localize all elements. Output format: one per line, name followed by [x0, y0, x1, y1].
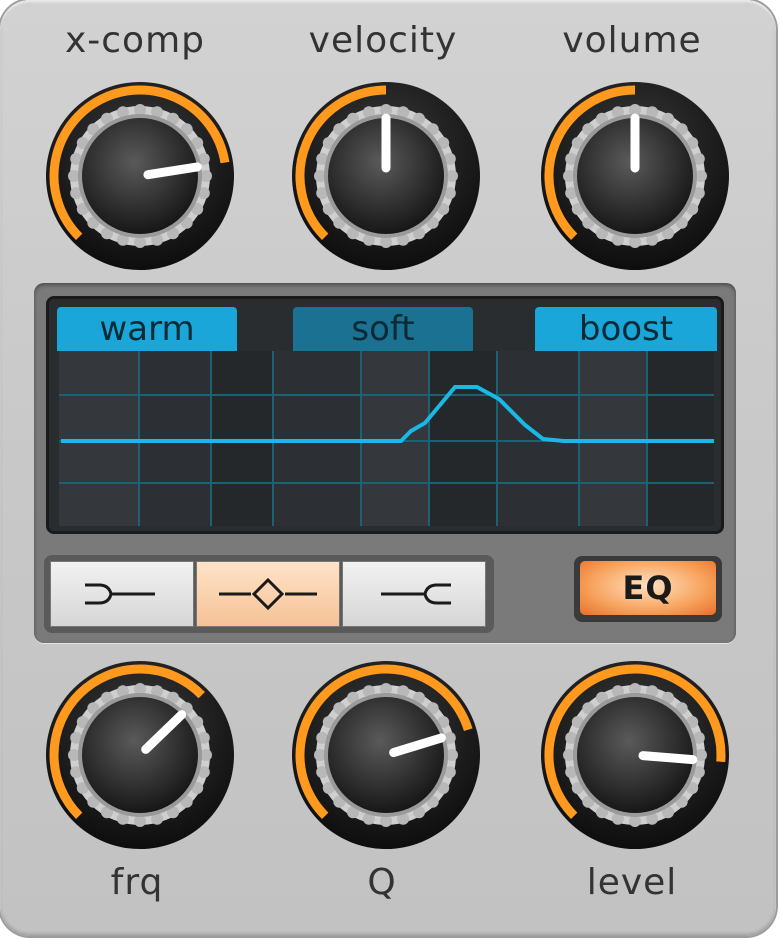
knob-indicator	[638, 751, 698, 765]
eq-display: warm soft boost	[46, 296, 724, 534]
knob-label-frq: frq	[110, 862, 164, 903]
knob-label-level: level	[586, 862, 678, 903]
filter-mode-high-cut[interactable]	[342, 561, 486, 627]
knob-velocity[interactable]	[286, 76, 486, 276]
bell-icon	[219, 577, 317, 611]
eq-toggle-button[interactable]: EQ	[574, 556, 722, 622]
knob-frq[interactable]	[40, 655, 240, 855]
high-cut-icon	[381, 583, 451, 605]
knob-label-x-comp: x-comp	[64, 20, 206, 61]
knob-label-velocity: velocity	[308, 20, 458, 61]
preset-tab-boost[interactable]: boost	[535, 307, 717, 351]
knob-x-comp[interactable]	[40, 76, 240, 276]
knob-q[interactable]	[286, 655, 486, 855]
knob-label-q: Q	[367, 862, 397, 903]
preset-tab-warm[interactable]: warm	[57, 307, 237, 351]
preset-tab-soft[interactable]: soft	[293, 307, 473, 351]
eq-toggle-label: EQ	[580, 561, 716, 615]
low-cut-icon	[85, 583, 155, 605]
knob-label-volume: volume	[562, 20, 702, 61]
eq-grid	[59, 351, 714, 526]
filter-mode-bell[interactable]	[196, 561, 340, 627]
filter-mode-low-cut[interactable]	[50, 561, 194, 627]
knob-volume[interactable]	[535, 76, 735, 276]
knob-level[interactable]	[535, 655, 735, 855]
